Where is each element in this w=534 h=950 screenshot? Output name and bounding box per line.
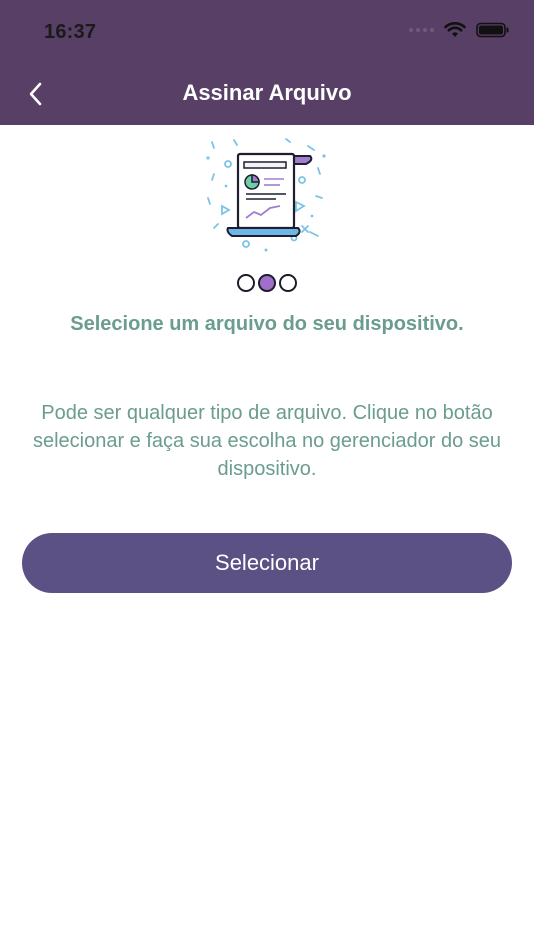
step-dot-active: [258, 274, 276, 292]
battery-icon: [476, 22, 509, 38]
wifi-icon: [444, 22, 466, 37]
cellular-signal-icon: [409, 28, 434, 32]
step-indicator: [0, 274, 534, 292]
step-description: Pode ser qualquer tipo de arquivo. Cliqu…: [32, 402, 502, 480]
select-file-button[interactable]: Selecionar: [22, 533, 512, 593]
step-headline: Selecione um arquivo do seu dispositivo.: [70, 313, 464, 335]
document-chart-icon: [206, 138, 326, 252]
status-indicators: [409, 22, 510, 38]
step-dot: [279, 274, 297, 292]
page-title: Assinar Arquivo: [182, 80, 352, 105]
status-time: 16:37: [44, 21, 97, 43]
step-dot: [237, 274, 255, 292]
navigation-header: 16:37 Assinar Arquivo: [0, 0, 534, 125]
